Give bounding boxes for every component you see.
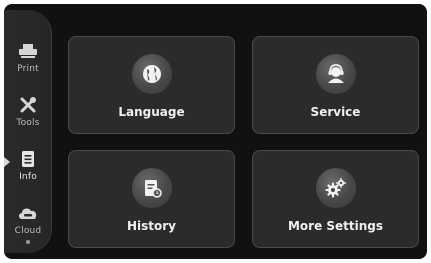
history-document-icon bbox=[131, 168, 172, 208]
more-settings-tile[interactable]: More Settings bbox=[252, 150, 419, 248]
main-screen: Print Tools Info Cloud Language Service … bbox=[4, 4, 427, 259]
tools-icon bbox=[17, 94, 39, 116]
cloud-icon bbox=[17, 202, 39, 224]
sidebar-item-label: Tools bbox=[16, 118, 40, 128]
printer-icon bbox=[17, 40, 39, 62]
sidebar: Print Tools Info Cloud bbox=[4, 10, 52, 253]
gears-icon bbox=[315, 168, 356, 208]
globe-icon bbox=[131, 54, 172, 94]
sidebar-item-tools[interactable]: Tools bbox=[4, 94, 52, 138]
sidebar-item-print[interactable]: Print bbox=[4, 40, 52, 84]
sidebar-item-info[interactable]: Info bbox=[4, 148, 52, 192]
sidebar-item-label: Info bbox=[19, 172, 37, 182]
service-tile[interactable]: Service bbox=[252, 36, 419, 134]
service-label: Service bbox=[310, 105, 361, 119]
history-label: History bbox=[126, 219, 177, 233]
headset-icon bbox=[315, 54, 356, 94]
info-document-icon bbox=[17, 148, 39, 170]
more-settings-label: More Settings bbox=[287, 219, 384, 233]
language-tile[interactable]: Language bbox=[68, 36, 235, 134]
active-indicator-arrow bbox=[4, 157, 10, 167]
page-indicator-dot bbox=[26, 240, 30, 244]
sidebar-item-label: Cloud bbox=[14, 226, 42, 236]
sidebar-item-label: Print bbox=[17, 64, 39, 74]
language-label: Language bbox=[118, 105, 185, 119]
history-tile[interactable]: History bbox=[68, 150, 235, 248]
